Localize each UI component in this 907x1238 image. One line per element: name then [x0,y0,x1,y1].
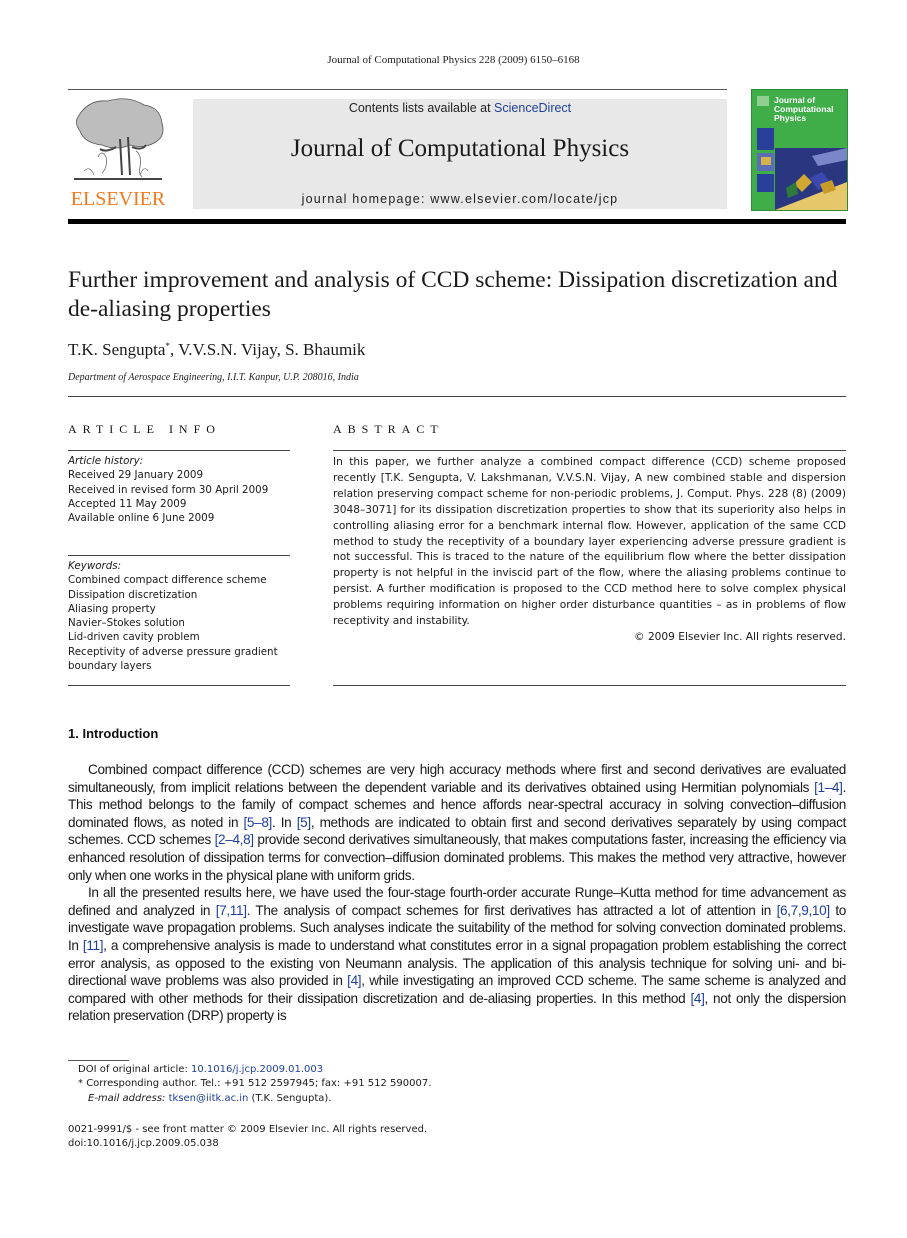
author-name[interactable]: T.K. Sengupta [68,340,165,359]
citation-link[interactable]: [7,11] [216,903,247,918]
abstract: In this paper, we further analyze a comb… [333,455,846,646]
author-names-rest: , V.V.S.N. Vijay, S. Bhaumik [169,340,366,359]
title-block-rule [68,396,846,397]
issn-line: 0021-9991/$ - see front matter © 2009 El… [68,1124,428,1135]
paragraph-text: . The analysis of compact schemes for fi… [246,902,777,918]
asterisk-mark: * [78,1078,83,1090]
sciencedirect-link[interactable]: ScienceDirect [494,101,571,115]
footnote-corresponding: * Corresponding author. Tel.: +91 512 25… [78,1078,432,1090]
abstract-bottom-rule [333,685,846,686]
header-rule [68,89,727,90]
author-list: T.K. Sengupta*, V.V.S.N. Vijay, S. Bhaum… [68,340,365,360]
front-matter: 0021-9991/$ - see front matter © 2009 El… [68,1123,427,1152]
section-heading-introduction: 1. Introduction [68,726,159,741]
keyword-item: Combined compact difference scheme [68,574,267,587]
elsevier-wordmark: ELSEVIER [70,188,166,210]
keyword-item: boundary layers [68,660,152,673]
paragraph-text: Combined compact difference (CCD) scheme… [68,762,846,795]
citation-link[interactable]: [4] [690,991,704,1006]
keywords: Keywords: Combined compact difference sc… [68,559,293,673]
keyword-item: Lid-driven cavity problem [68,631,200,644]
abstract-copyright: © 2009 Elsevier Inc. All rights reserved… [633,630,846,643]
keywords-rule [68,555,290,556]
masthead-rule [68,219,846,224]
abstract-heading: ABSTRACT [333,422,444,436]
intro-paragraph: In all the presented results here, we ha… [68,884,846,1025]
affiliation: Department of Aerospace Engineering, I.I… [68,372,359,383]
introduction-body: Combined compact difference (CCD) scheme… [68,761,846,1025]
contents-line: Contents lists available at ScienceDirec… [193,101,727,115]
citation-link[interactable]: [5–8] [244,815,273,830]
article-doi[interactable]: doi:10.1016/j.jcp.2009.05.038 [68,1137,427,1151]
abstract-text: In this paper, we further analyze a comb… [333,456,846,628]
journal-banner: Contents lists available at ScienceDirec… [193,99,727,209]
keyword-item: Receptivity of adverse pressure gradient [68,645,278,658]
citation-link[interactable]: [6,7,9,10] [777,903,831,918]
history-item: Received in revised form 30 April 2009 [68,483,269,496]
article-info-rule [68,450,290,451]
cover-emblem-icon [757,96,769,106]
history-item: Available online 6 June 2009 [68,512,215,525]
journal-homepage-link[interactable]: journal homepage: www.elsevier.com/locat… [193,192,727,206]
abstract-rule [333,450,846,451]
paragraph-text: . In [271,814,297,830]
footnote-email: E-mail address: tksen@iitk.ac.in (T.K. S… [88,1092,332,1104]
footnotes: DOI of original article: 10.1016/j.jcp.2… [68,1063,431,1106]
article-info-bottom-rule [68,685,290,686]
intro-paragraph: Combined compact difference (CCD) scheme… [68,761,846,884]
citation-link[interactable]: [4] [347,973,361,988]
citation-link[interactable]: [2–4,8] [215,832,254,847]
history-item: Received 29 January 2009 [68,469,204,482]
keyword-item: Aliasing property [68,602,156,615]
elsevier-tree-icon [74,98,164,180]
citation-link[interactable]: [5] [297,815,311,830]
cover-title: Journal of Computational Physics [774,95,834,123]
article-info-heading: ARTICLE INFO [68,422,221,436]
keyword-item: Dissipation discretization [68,588,198,601]
journal-cover-thumbnail[interactable]: Journal of Computational Physics [751,89,848,211]
keywords-label: Keywords: [68,560,122,572]
cover-artwork-icon [757,128,847,210]
journal-title: Journal of Computational Physics [290,135,630,162]
citation-link[interactable]: [11] [83,938,104,953]
contents-prefix: Contents lists available at [348,101,495,115]
publisher-logo[interactable]: ELSEVIER [68,97,168,210]
running-head: Journal of Computational Physics 228 (20… [327,54,580,66]
article-title: Further improvement and analysis of CCD … [68,267,838,322]
footnote-doi: DOI of original article: 10.1016/j.jcp.2… [78,1064,324,1075]
original-doi-link[interactable]: 10.1016/j.jcp.2009.01.003 [191,1064,323,1075]
history-item: Accepted 11 May 2009 [68,497,187,510]
footnote-rule [68,1060,129,1061]
keyword-item: Navier–Stokes solution [68,617,185,630]
article-history-label: Article history: [68,455,144,467]
author-email-link[interactable]: tksen@iitk.ac.in [169,1093,249,1104]
article-history: Article history: Received 29 January 200… [68,454,293,525]
citation-link[interactable]: [1–4] [814,780,843,795]
